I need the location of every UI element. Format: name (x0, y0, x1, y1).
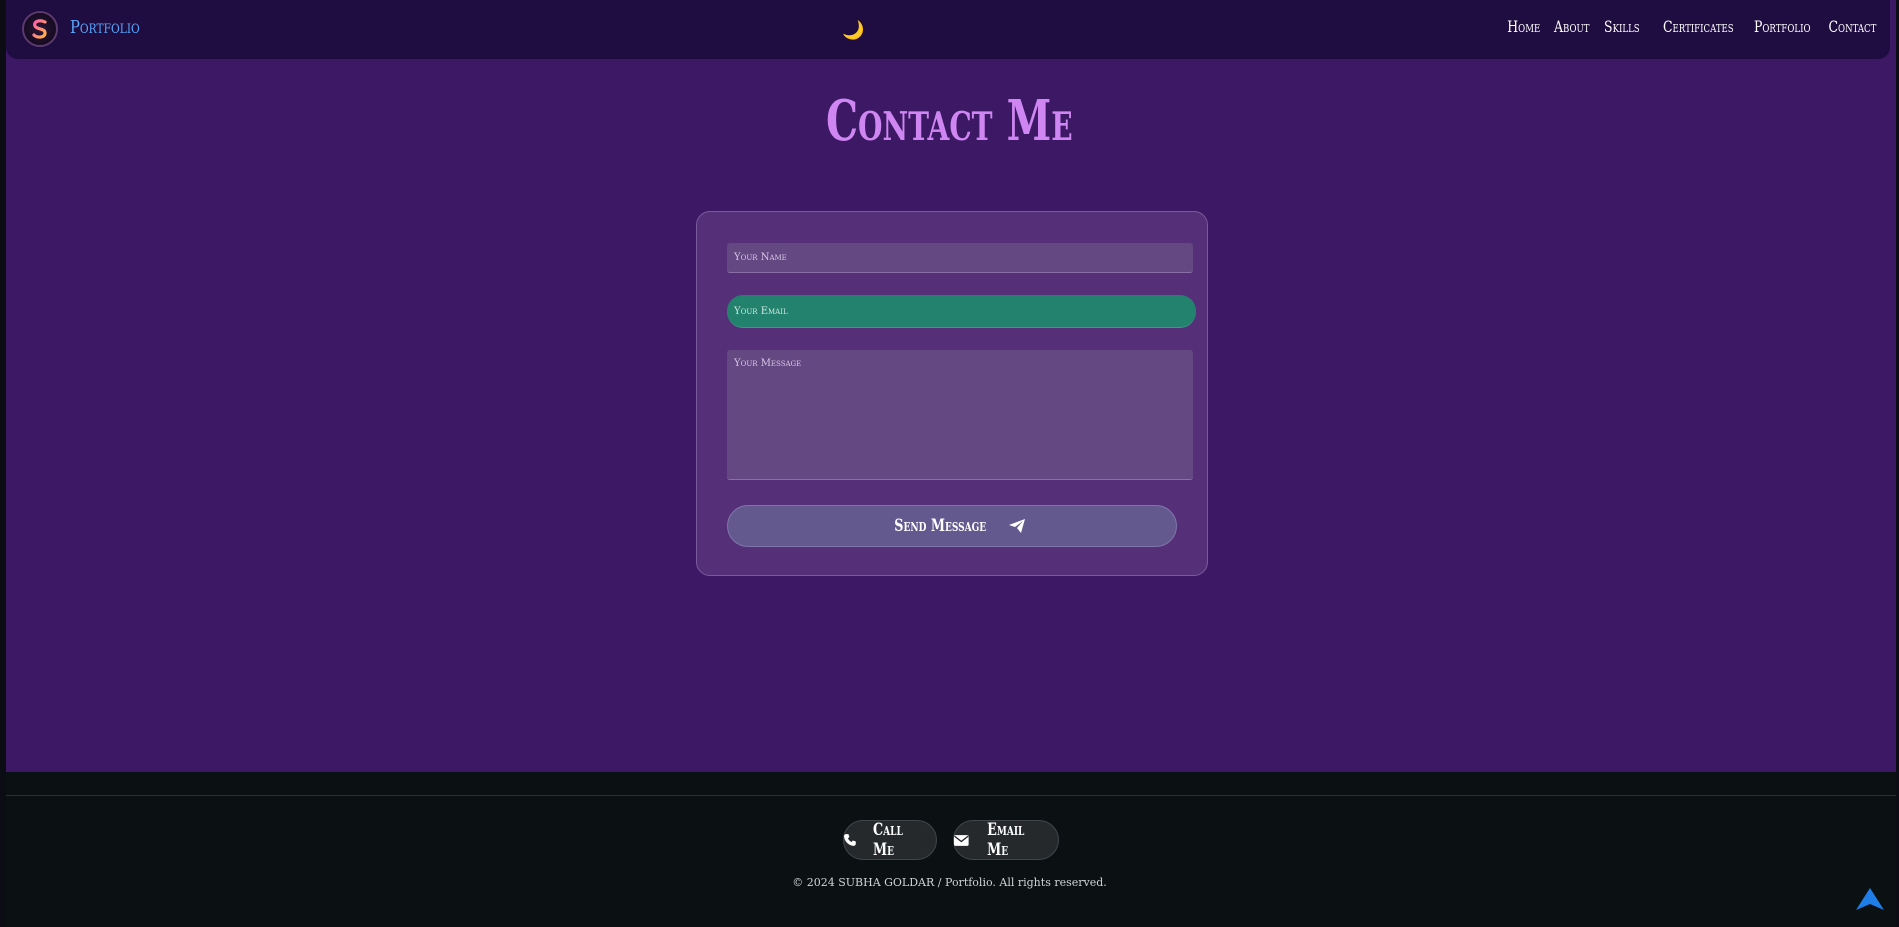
message-textarea[interactable] (727, 350, 1193, 480)
call-me-label: Call Me (872, 820, 903, 860)
name-input[interactable] (727, 243, 1193, 273)
envelope-icon (954, 834, 969, 846)
moon-icon[interactable]: 🌙 (842, 20, 864, 41)
nav-link-certificates[interactable]: Certificates (1663, 17, 1734, 36)
email-me-button[interactable]: Email Me (953, 820, 1059, 860)
brand-name[interactable]: Portfolio (70, 17, 140, 38)
phone-icon (844, 834, 856, 846)
copyright-text: © 2024 SUBHA GOLDAR / Portfolio. All rig… (792, 876, 1107, 889)
arrow-up-icon[interactable] (1856, 888, 1884, 912)
nav-link-about[interactable]: About (1554, 17, 1589, 36)
footer-divider (6, 795, 1896, 796)
send-message-label: Send Message (894, 516, 986, 536)
paper-plane-icon (1009, 519, 1026, 533)
page-title: Contact Me (0, 88, 1899, 154)
footer-actions: Call Me Email Me (843, 820, 1059, 860)
nav-link-contact[interactable]: Contact (1828, 17, 1876, 36)
nav-link-home[interactable]: Home (1507, 17, 1540, 36)
email-me-label: Email Me (986, 820, 1025, 860)
nav-links: Home About Skills Certificates Portfolio… (1494, 17, 1876, 36)
logo-icon[interactable] (22, 11, 58, 47)
contact-form: Send Message (696, 211, 1208, 576)
email-input[interactable] (727, 295, 1196, 328)
page-title-text: Contact Me (826, 88, 1073, 154)
call-me-button[interactable]: Call Me (843, 820, 937, 860)
navbar: Portfolio 🌙 Home About Skills Certificat… (6, 0, 1890, 59)
send-message-button[interactable]: Send Message (727, 505, 1177, 547)
nav-link-skills[interactable]: Skills (1604, 17, 1640, 36)
nav-link-portfolio[interactable]: Portfolio (1754, 17, 1811, 36)
